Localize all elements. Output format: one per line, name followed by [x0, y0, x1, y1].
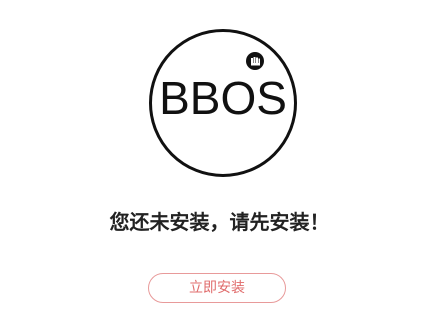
bbos-logo: BBOS: [149, 29, 297, 177]
logo-text: BBOS: [159, 72, 287, 124]
not-installed-message: 您还未安装，请先安装！: [109, 210, 330, 234]
install-now-button[interactable]: 立即安装: [148, 273, 286, 303]
fist-icon: [246, 52, 264, 70]
